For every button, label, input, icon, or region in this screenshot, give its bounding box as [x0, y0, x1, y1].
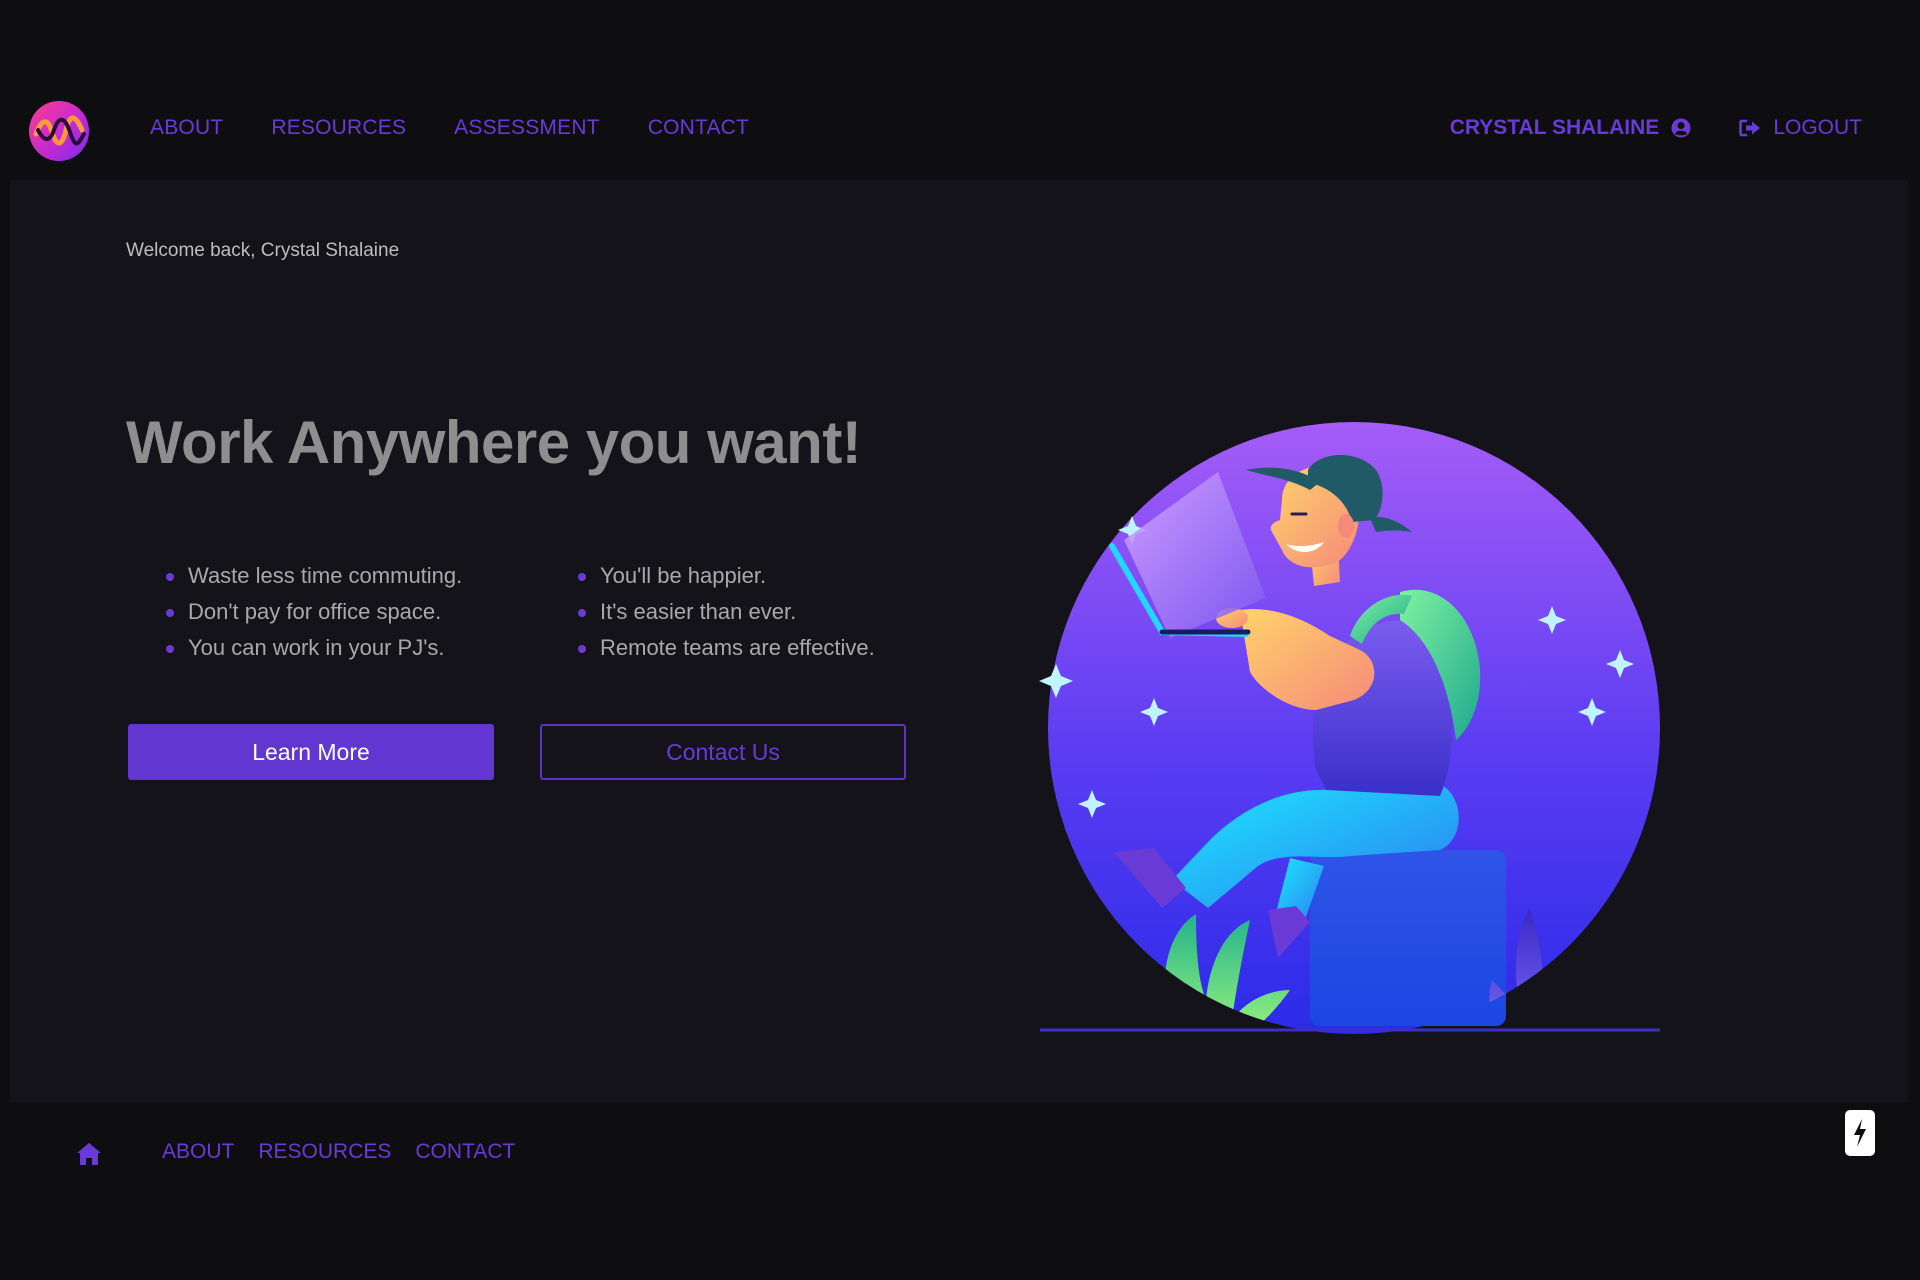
logout-button[interactable]: LOGOUT: [1739, 116, 1862, 140]
nav-right: CRYSTAL SHALAINE LOGOUT: [1450, 116, 1862, 140]
nav-assessment-link[interactable]: ASSESSMENT: [454, 116, 600, 140]
nav-contact-link[interactable]: CONTACT: [648, 116, 749, 140]
lightning-bolt-icon[interactable]: [1845, 1110, 1875, 1156]
lightning-bolt-glyph: [1854, 1119, 1866, 1147]
hero-title: Work Anywhere you want!: [126, 409, 862, 476]
logo-icon[interactable]: [28, 100, 90, 162]
list-item: Don't pay for office space.: [164, 594, 462, 630]
nav-about-link[interactable]: ABOUT: [150, 116, 223, 140]
list-item: Waste less time commuting.: [164, 558, 462, 594]
contact-us-button[interactable]: Contact Us: [540, 724, 906, 780]
benefits-list-right: You'll be happier. It's easier than ever…: [576, 558, 875, 666]
list-item: It's easier than ever.: [576, 594, 875, 630]
main-panel: Welcome back, Crystal Shalaine Work Anyw…: [10, 180, 1908, 1102]
welcome-message: Welcome back, Crystal Shalaine: [126, 240, 400, 261]
footer-about-link[interactable]: ABOUT: [162, 1140, 234, 1164]
page: ABOUT RESOURCES ASSESSMENT CONTACT CRYST…: [0, 0, 1920, 1280]
footer-resources-link[interactable]: RESOURCES: [258, 1140, 391, 1164]
footer: ABOUT RESOURCES CONTACT: [0, 1102, 1920, 1280]
list-item: You'll be happier.: [576, 558, 875, 594]
top-navigation: ABOUT RESOURCES ASSESSMENT CONTACT CRYST…: [0, 80, 1920, 180]
user-name: CRYSTAL SHALAINE: [1449, 116, 1660, 139]
nav-resources-link[interactable]: RESOURCES: [271, 116, 406, 140]
footer-nav: ABOUT RESOURCES CONTACT: [162, 1140, 515, 1164]
user-circle-icon: [1671, 118, 1691, 138]
footer-contact-link[interactable]: CONTACT: [415, 1140, 515, 1164]
sign-out-icon: [1739, 119, 1761, 137]
user-menu[interactable]: CRYSTAL SHALAINE: [1450, 116, 1692, 140]
learn-more-button[interactable]: Learn More: [128, 724, 494, 780]
remote-worker-illustration: [1039, 422, 1660, 1034]
logout-label: LOGOUT: [1773, 116, 1862, 139]
list-item: You can work in your PJ's.: [164, 630, 462, 666]
home-icon[interactable]: [76, 1142, 102, 1166]
main-nav: ABOUT RESOURCES ASSESSMENT CONTACT: [150, 116, 749, 140]
list-item: Remote teams are effective.: [576, 630, 875, 666]
benefits-list-left: Waste less time commuting. Don't pay for…: [164, 558, 462, 666]
